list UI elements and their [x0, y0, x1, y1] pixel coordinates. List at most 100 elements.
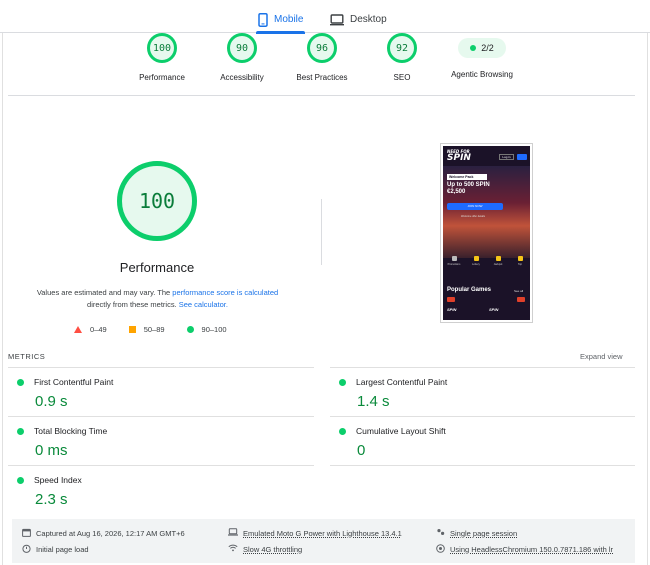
tab-desktop[interactable]: Desktop: [330, 6, 387, 33]
emulated-device-text: Emulated Moto G Power with Lighthouse 13…: [243, 528, 402, 538]
metric-largest-contentful-paint: Largest Contentful Paint 1.4 s: [339, 377, 447, 410]
score-seo: 92: [387, 33, 417, 63]
pass-dot-icon: [339, 427, 346, 435]
pass-dot-icon: [470, 45, 477, 51]
final-screenshot[interactable]: NEED FOR SPIN Log in Welcome Pack Up to …: [440, 143, 533, 323]
pass-dot-icon: [17, 476, 24, 484]
metric-divider: [330, 416, 635, 417]
category-label: Jackpot: [493, 263, 503, 266]
tab-desktop-label: Desktop: [350, 14, 387, 25]
frame-border-right: [647, 33, 648, 565]
vertical-divider: [321, 199, 322, 265]
performance-score-link[interactable]: performance score is calculated: [172, 288, 278, 297]
offer-line-1: Up to 500 SPIN: [447, 182, 490, 188]
game-brand: SPIN: [489, 307, 499, 312]
score-performance: 100: [147, 33, 177, 63]
category-label: Top: [517, 263, 523, 266]
site-logo: NEED FOR SPIN: [447, 150, 471, 163]
category-item: Top: [513, 256, 527, 266]
metric-label: Speed Index: [34, 475, 82, 485]
welcome-pack-label: Welcome Pack: [447, 174, 487, 180]
metric-first-contentful-paint: First Contentful Paint 0.9 s: [17, 377, 113, 410]
category-row: Promotions Lottery Jackpot Top: [447, 256, 527, 266]
calendar-icon: [22, 528, 31, 539]
runtime-settings: Captured at Aug 16, 2026, 12:17 AM GMT+6…: [12, 519, 635, 563]
gauge-label-performance: Performance: [139, 73, 185, 82]
report-tabs: Mobile Desktop: [0, 0, 650, 34]
signup-button: [517, 154, 527, 160]
initial-page-load: Initial page load: [22, 544, 89, 555]
gauge-seo[interactable]: 92 SEO: [371, 33, 433, 82]
legend-fail-label: 0–49: [90, 325, 107, 334]
offer-line-2: €2,500: [447, 189, 466, 195]
emulated-device[interactable]: Emulated Moto G Power with Lighthouse 13…: [228, 528, 402, 538]
score-best-practices: 96: [307, 33, 337, 63]
metric-label: Total Blocking Time: [34, 426, 108, 436]
legend-average-label: 50–89: [143, 325, 165, 334]
phone-icon: [258, 12, 268, 27]
game-tile: [517, 297, 525, 302]
gauge-label-agentic-browsing: Agentic Browsing: [451, 70, 513, 79]
category-icon: [473, 256, 479, 261]
fine-print: Welcome offer details: [461, 215, 485, 218]
metric-divider: [8, 465, 314, 466]
desktop-icon: [330, 13, 344, 26]
single-page-session[interactable]: Single page session: [436, 528, 517, 539]
performance-title: Performance: [119, 260, 195, 275]
agentic-badge: 2/2: [458, 38, 506, 58]
score-note: Values are estimated and may vary. The p…: [20, 287, 295, 311]
captured-at-text: Captured at Aug 16, 2026, 12:17 AM GMT+6: [36, 529, 185, 538]
category-label: Promotions: [447, 263, 461, 266]
category-label: Lottery: [472, 263, 480, 266]
gauge-performance[interactable]: 100 Performance: [131, 33, 193, 82]
metric-value: 0.9 s: [35, 393, 68, 410]
score-legend: 0–49 50–89 90–100: [74, 325, 249, 334]
popular-games-title: Popular Games: [447, 287, 492, 293]
frame-border-left: [2, 33, 3, 565]
logo-line-2: SPIN: [447, 153, 471, 163]
captured-at: Captured at Aug 16, 2026, 12:17 AM GMT+6: [22, 528, 185, 539]
metric-divider: [8, 416, 314, 417]
gauge-accessibility[interactable]: 90 Accessibility: [212, 33, 272, 82]
metric-value: 0 ms: [35, 442, 68, 459]
gauge-label-best-practices: Best Practices: [296, 73, 348, 82]
login-button: Log in: [499, 154, 514, 160]
metric-divider: [8, 367, 314, 368]
circle-icon: [186, 326, 194, 333]
tab-mobile[interactable]: Mobile: [255, 6, 306, 34]
expand-view-toggle[interactable]: Expand view: [580, 352, 623, 361]
metric-divider: [330, 367, 635, 368]
gauge-best-practices[interactable]: 96 Best Practices: [291, 33, 353, 82]
performance-gauge-large: 100: [117, 161, 197, 241]
tab-mobile-label: Mobile: [274, 14, 304, 25]
metric-total-blocking-time: Total Blocking Time 0 ms: [17, 426, 107, 459]
category-item: Promotions: [447, 256, 461, 266]
laptop-icon: [228, 528, 238, 538]
metric-value: 0: [357, 442, 366, 459]
gauge-label-accessibility: Accessibility: [220, 73, 264, 82]
chrome-icon: [436, 544, 445, 555]
browser-version[interactable]: Using HeadlessChromium 150.0.7871.186 wi…: [436, 544, 613, 555]
legend-pass: 90–100: [186, 325, 227, 334]
gauge-agentic-browsing[interactable]: 2/2 Agentic Browsing: [444, 33, 520, 79]
join-button: JOIN NOW: [447, 203, 503, 210]
metric-label: Largest Contentful Paint: [356, 377, 448, 387]
category-item: Lottery: [469, 256, 483, 266]
network-throttling[interactable]: Slow 4G throttling: [228, 544, 302, 554]
score-agentic-browsing: 2/2: [481, 43, 494, 53]
single-page-session-text: Single page session: [450, 529, 518, 538]
legend-pass-label: 90–100: [201, 325, 227, 334]
screenshot-content: NEED FOR SPIN Log in Welcome Pack Up to …: [443, 146, 530, 320]
pass-dot-icon: [17, 378, 24, 386]
metrics-heading: METRICS: [8, 352, 46, 361]
note-text-2: directly from these metrics.: [87, 300, 179, 309]
legend-fail: 0–49: [74, 325, 107, 334]
metric-speed-index: Speed Index 2.3 s: [17, 475, 82, 508]
game-brand: SPIN: [447, 307, 457, 312]
section-divider: [8, 95, 635, 96]
gauge-label-seo: SEO: [393, 73, 411, 82]
calculator-link[interactable]: See calculator.: [179, 300, 228, 309]
pass-dot-icon: [17, 427, 24, 435]
see-all-link: See all: [514, 289, 524, 293]
category-icon: [495, 256, 501, 261]
